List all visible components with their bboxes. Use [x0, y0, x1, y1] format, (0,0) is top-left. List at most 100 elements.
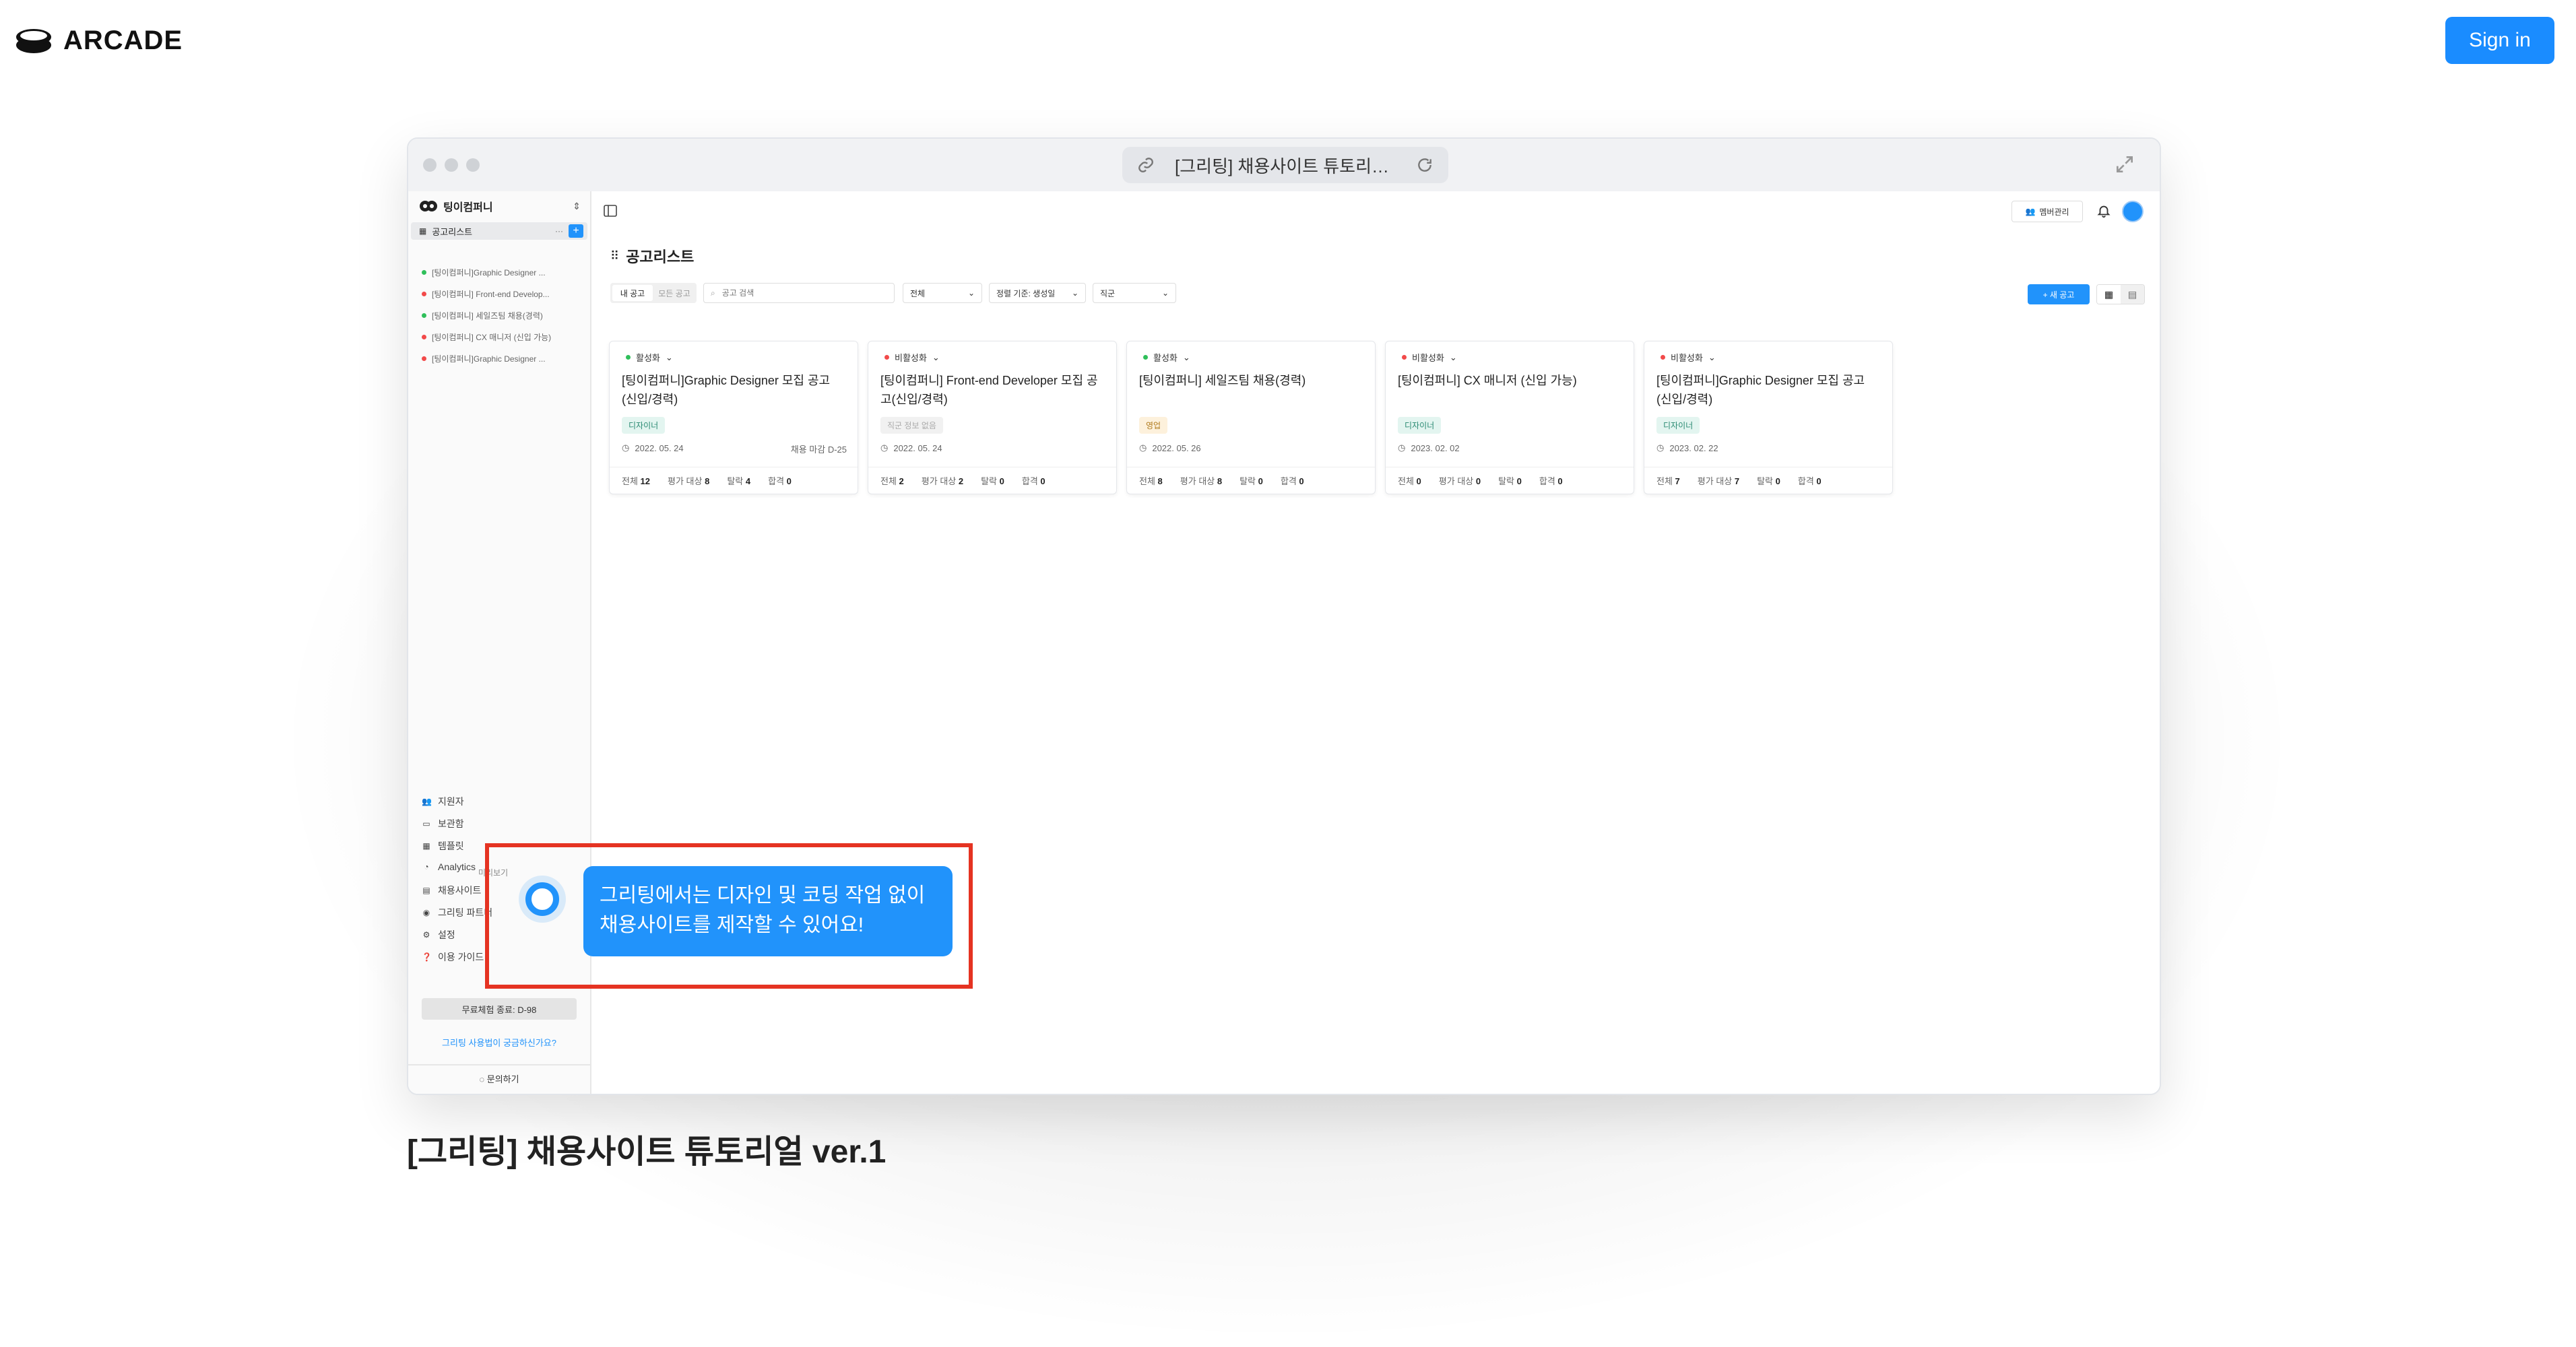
job-card[interactable]: 활성화 ⌄ [팅이컴퍼니] 세일즈팀 채용(경력) 영업 ◷ 2022. 05. 26 전체… — [1126, 341, 1376, 494]
sidebar-menu-item[interactable]: ❓ 이용 가이드 — [422, 950, 484, 964]
new-job-button[interactable]: + 새 공고 — [2028, 284, 2090, 304]
job-type-tag: 디자이너 — [1398, 417, 1442, 434]
arcade-logo[interactable]: ARCADE — [15, 23, 183, 58]
job-status-dot — [422, 292, 426, 296]
sidebar-menu-item[interactable]: ▤ 채용사이트 — [422, 884, 481, 897]
job-status-dot — [422, 335, 426, 339]
job-card[interactable]: 비활성화 ⌄ [팅이컴퍼니]Graphic Designer 모집 공고(신입/경력… — [1644, 341, 1893, 494]
page-title: 공고리스트 — [626, 249, 695, 265]
job-status-dropdown[interactable]: 활성화 ⌄ — [1143, 351, 1190, 364]
stat-total: 전체 7 — [1656, 476, 1680, 486]
sidebar-job-item[interactable]: [팅이컴퍼니]Graphic Designer ... — [422, 267, 583, 278]
stat-eval: 평가 대상 8 — [1180, 476, 1223, 486]
job-date: ◷ 2023. 02. 22 — [1656, 442, 1718, 453]
sidebar-menu-item[interactable]: ⚙ 설정 — [422, 928, 455, 942]
scope-select[interactable]: 전체 ⌄ — [903, 283, 982, 303]
more-icon[interactable]: ··· — [555, 226, 563, 236]
logo-text: ARCADE — [63, 25, 183, 55]
grid-icon: ▦ — [422, 841, 430, 851]
job-status-dropdown[interactable]: 비활성화 ⌄ — [1402, 351, 1457, 364]
job-type-select[interactable]: 직군 ⌄ — [1093, 283, 1176, 303]
job-stats: 전체 12 평가 대상 8 탈락 4 합격 0 — [610, 467, 858, 494]
clock-icon: ◷ — [1139, 442, 1147, 453]
job-status-dropdown[interactable]: 활성화 ⌄ — [626, 351, 673, 364]
job-card[interactable]: 비활성화 ⌄ [팅이컴퍼니] CX 매니저 (신입 가능) 디자이너 ◷ 2023. 02… — [1385, 341, 1634, 494]
add-job-icon[interactable]: + — [569, 224, 583, 238]
job-date-value: 2023. 02. 02 — [1411, 442, 1460, 453]
sidebar-menu-label: 보관함 — [438, 818, 464, 829]
arcade-logo-icon — [16, 29, 51, 53]
sidebar-menu-item[interactable]: ▭ 보관함 — [422, 817, 464, 830]
page-header: ⠿ 공고리스트 — [610, 245, 694, 267]
sort-select[interactable]: 정렬 기준: 생성일 ⌄ — [989, 283, 1086, 303]
job-status-dot — [422, 313, 426, 318]
job-date-value: 2023. 02. 22 — [1669, 442, 1718, 453]
sidebar-section-label: 공고리스트 — [432, 226, 473, 237]
company-switcher[interactable]: 팅이컴퍼니 ⇕ — [419, 198, 581, 214]
url-title: [그리팅] 채용사이트 튜토리얼 ... — [1175, 156, 1396, 176]
chevron-down-icon: ⌄ — [1708, 352, 1716, 362]
chevron-down-icon: ⌄ — [665, 352, 673, 362]
stat-eval: 평가 대상 0 — [1438, 476, 1481, 486]
member-manage-button[interactable]: 👥 멤버관리 — [2011, 201, 2083, 222]
job-card[interactable]: 활성화 ⌄ [팅이컴퍼니]Graphic Designer 모집 공고(신입/경력)… — [609, 341, 858, 494]
job-status-dropdown[interactable]: 비활성화 ⌄ — [1661, 351, 1716, 364]
grid-icon: ⠿ — [610, 249, 620, 263]
job-status-dot — [422, 356, 426, 361]
stat-eval: 평가 대상 7 — [1697, 476, 1740, 486]
link-icon — [1138, 158, 1153, 172]
job-status-dropdown[interactable]: 비활성화 ⌄ — [884, 351, 940, 364]
sidebar-job-item[interactable]: [팅이컴퍼니] 세일즈팀 채용(경력) — [422, 310, 583, 321]
sidebar-item-job-list[interactable]: ▦ 공고리스트 ··· + — [411, 222, 587, 240]
sidebar-menu-item[interactable]: ▦ 템플릿 — [422, 839, 464, 853]
job-type-select-value: 직군 — [1100, 288, 1116, 298]
job-stats: 전체 8 평가 대상 8 탈락 0 합격 0 — [1127, 467, 1375, 494]
hotspot-icon[interactable] — [525, 882, 559, 916]
window-dot-close — [423, 158, 437, 172]
sidebar-job-item[interactable]: [팅이컴퍼니] CX 매니저 (신입 가능) — [422, 331, 583, 343]
sidebar-menu-item[interactable]: 👥 지원자 — [422, 795, 464, 808]
sign-in-button[interactable]: Sign in — [2445, 17, 2554, 64]
job-date-value: 2022. 05. 26 — [1152, 442, 1201, 453]
stat-pass: 합격 0 — [1797, 476, 1822, 486]
sidebar-menu-label: 그리팅 파트너 — [438, 907, 493, 918]
sidebar-menu-item[interactable]: ◉ 그리팅 파트너 — [422, 906, 492, 919]
bell-icon[interactable] — [2096, 203, 2111, 218]
sidebar-job-label: [팅이컴퍼니]Graphic Designer ... — [432, 268, 546, 277]
status-dot — [1661, 355, 1665, 360]
sidebar-menu-item[interactable]: ◔ Analytics — [422, 861, 476, 872]
tooltip-callout[interactable]: 그리팅에서는 디자인 및 코딩 작업 없이 채용사이트를 제작할 수 있어요! — [583, 866, 953, 956]
clock-icon: ◷ — [880, 442, 889, 453]
sidebar-divider — [408, 1064, 590, 1065]
status-dot — [626, 355, 631, 360]
sidebar-job-label: [팅이컴퍼니]Graphic Designer ... — [432, 354, 546, 364]
job-type-tag: 디자이너 — [1656, 417, 1700, 434]
avatar[interactable] — [2122, 201, 2144, 222]
clock-icon: ◷ — [1656, 442, 1665, 453]
job-search-input[interactable] — [720, 288, 872, 298]
demo-caption: [그리팅] 채용사이트 튜토리얼 ver.1 — [407, 1134, 887, 1170]
contact-button[interactable]: ◌ 문의하기 — [408, 1072, 590, 1085]
list-view-icon[interactable]: ▤ — [2121, 285, 2144, 304]
job-date: ◷ 2022. 05. 24 — [622, 442, 684, 453]
grid-icon: ▦ — [419, 226, 427, 236]
my-jobs-tab[interactable]: 내 공고 — [612, 285, 653, 301]
job-title: [팅이컴퍼니] CX 매니저 (신입 가능) — [1398, 374, 1577, 387]
job-search-box[interactable]: ⌕ — [703, 283, 895, 303]
trial-badge: 무료체험 종료: D-98 — [422, 998, 577, 1020]
sidebar-job-item[interactable]: [팅이컴퍼니] Front-end Develop... — [422, 288, 583, 300]
sidebar-menu-label: 템플릿 — [438, 841, 464, 851]
url-bar[interactable]: [그리팅] 채용사이트 튜토리얼 ... — [1122, 147, 1448, 183]
sidebar-toggle-icon[interactable] — [604, 205, 617, 217]
sidebar-job-item[interactable]: [팅이컴퍼니]Graphic Designer ... — [422, 353, 583, 364]
reload-icon[interactable] — [1416, 156, 1434, 174]
card-view-icon[interactable]: ▦ — [2097, 285, 2121, 304]
stat-eval: 평가 대상 8 — [668, 476, 710, 486]
all-jobs-tab[interactable]: 모든 공고 — [654, 285, 695, 301]
stat-fail: 탈락 0 — [1498, 476, 1522, 486]
sidebar-job-label: [팅이컴퍼니] Front-end Develop... — [432, 290, 550, 299]
help-link[interactable]: 그리팅 사용법이 궁금하신가요? — [408, 1036, 590, 1049]
expand-icon[interactable] — [2114, 154, 2135, 175]
clock-icon: ◷ — [1398, 442, 1406, 453]
job-card[interactable]: 비활성화 ⌄ [팅이컴퍼니] Front-end Developer 모집 공고(신… — [868, 341, 1117, 494]
